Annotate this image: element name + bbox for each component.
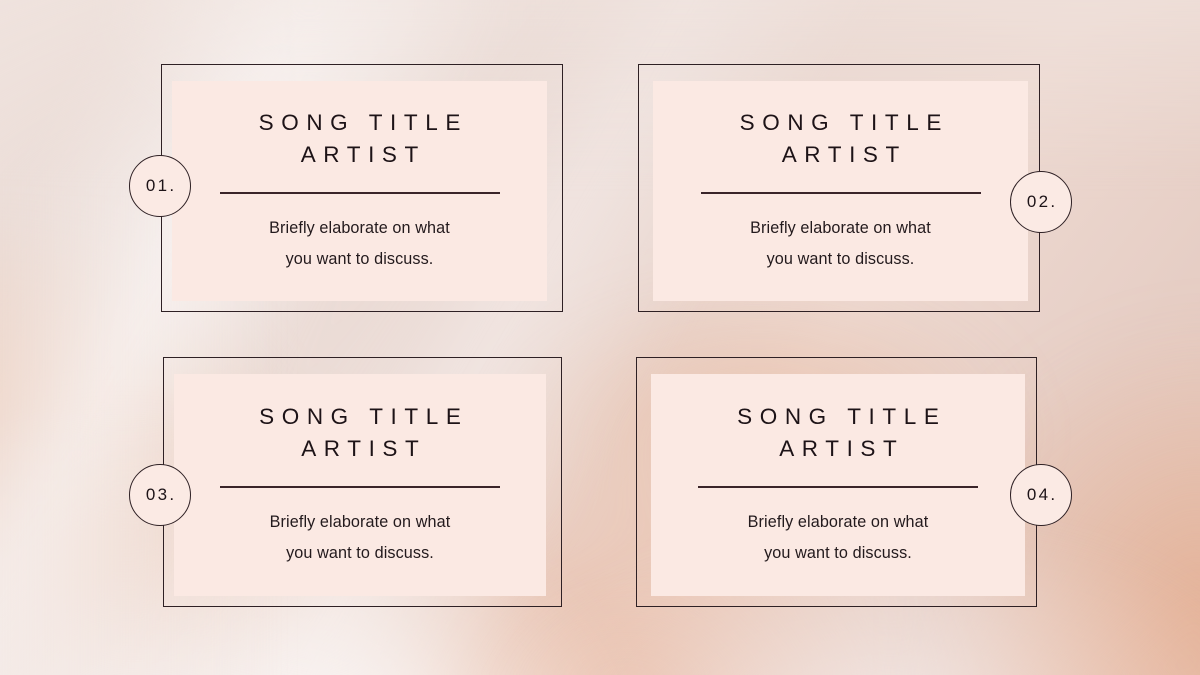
card-grid: SONG TITLE ARTIST Briefly elaborate on w…: [0, 0, 1200, 675]
card-04-body: Briefly elaborate on what you want to di…: [748, 507, 929, 569]
card-03-body-line1: Briefly elaborate on what: [269, 512, 451, 531]
card-01-number-badge[interactable]: 01.: [129, 155, 191, 217]
card-04-number-badge[interactable]: 04.: [1010, 464, 1072, 526]
card-01[interactable]: SONG TITLE ARTIST Briefly elaborate on w…: [129, 64, 563, 312]
card-02-title-line2: ARTIST: [781, 142, 907, 168]
card-04[interactable]: SONG TITLE ARTIST Briefly elaborate on w…: [636, 357, 1072, 607]
card-02-body-line2: you want to discuss.: [766, 249, 915, 268]
card-04-panel: SONG TITLE ARTIST Briefly elaborate on w…: [651, 374, 1025, 596]
card-03-title-line2: ARTIST: [301, 436, 427, 462]
card-01-body-line2: you want to discuss.: [285, 249, 434, 268]
card-03-divider: [220, 486, 500, 488]
card-04-title: SONG TITLE ARTIST: [730, 401, 947, 465]
card-01-panel: SONG TITLE ARTIST Briefly elaborate on w…: [172, 81, 547, 301]
card-03-body-line2: you want to discuss.: [286, 543, 434, 562]
card-04-divider: [698, 486, 978, 488]
card-02-body: Briefly elaborate on what you want to di…: [750, 213, 931, 275]
card-01-title-line1: SONG TITLE: [258, 110, 468, 136]
card-01-divider: [219, 192, 500, 194]
card-02-panel: SONG TITLE ARTIST Briefly elaborate on w…: [653, 81, 1028, 301]
card-03-body: Briefly elaborate on what you want to di…: [270, 507, 451, 569]
card-03[interactable]: SONG TITLE ARTIST Briefly elaborate on w…: [129, 357, 562, 607]
card-02[interactable]: SONG TITLE ARTIST Briefly elaborate on w…: [638, 64, 1072, 312]
card-03-title: SONG TITLE ARTIST: [252, 401, 469, 465]
card-02-title-line1: SONG TITLE: [739, 110, 949, 136]
card-01-title: SONG TITLE ARTIST: [251, 107, 468, 171]
card-04-title-line1: SONG TITLE: [737, 404, 947, 430]
card-04-body-line2: you want to discuss.: [764, 543, 912, 562]
card-03-number-badge[interactable]: 03.: [129, 464, 191, 526]
card-01-body-line1: Briefly elaborate on what: [269, 218, 450, 237]
card-02-title: SONG TITLE ARTIST: [732, 107, 949, 171]
card-04-title-line2: ARTIST: [779, 436, 905, 462]
card-02-divider: [700, 192, 981, 194]
card-01-body: Briefly elaborate on what you want to di…: [269, 213, 450, 275]
card-03-title-line1: SONG TITLE: [259, 404, 469, 430]
slide-canvas: SONG TITLE ARTIST Briefly elaborate on w…: [0, 0, 1200, 675]
card-03-panel: SONG TITLE ARTIST Briefly elaborate on w…: [174, 374, 546, 596]
card-04-body-line1: Briefly elaborate on what: [747, 512, 929, 531]
card-01-title-line2: ARTIST: [300, 142, 426, 168]
card-02-number-badge[interactable]: 02.: [1010, 171, 1072, 233]
card-02-body-line1: Briefly elaborate on what: [750, 218, 931, 237]
